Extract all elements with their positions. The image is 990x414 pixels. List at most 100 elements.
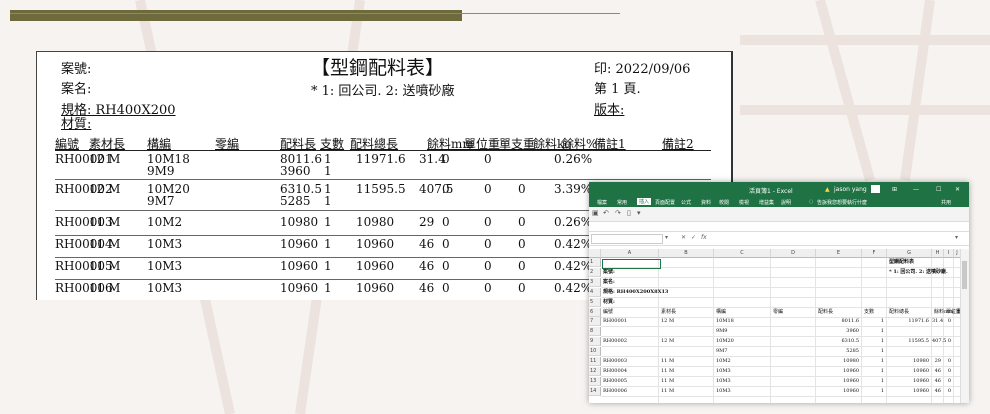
sheet-cell[interactable]: 零編 bbox=[773, 308, 783, 317]
sheet-cell[interactable]: RH00002 bbox=[603, 337, 627, 346]
row-number[interactable]: 9 bbox=[589, 337, 601, 347]
sheet-cell[interactable]: RH00001 bbox=[603, 317, 627, 326]
column-letter[interactable]: B bbox=[659, 249, 714, 258]
sheet-cell[interactable]: 支數 bbox=[864, 308, 874, 317]
row-number[interactable]: 6 bbox=[589, 307, 601, 317]
new-file-icon[interactable]: ▯ bbox=[627, 209, 631, 217]
column-letter[interactable]: H bbox=[932, 249, 944, 258]
sheet-cell[interactable]: 3960 bbox=[816, 327, 859, 336]
sheet-cell[interactable]: 46 bbox=[932, 377, 941, 386]
sheet-cell[interactable]: 29 bbox=[932, 357, 941, 366]
ribbon-tab[interactable]: 說明 bbox=[781, 199, 791, 206]
ribbon-tab[interactable]: 資料 bbox=[701, 199, 711, 206]
sheet-cell[interactable]: 5285 bbox=[816, 347, 859, 356]
row-number[interactable]: 11 bbox=[589, 357, 601, 366]
vertical-scrollbar[interactable] bbox=[960, 249, 969, 403]
sheet-cell[interactable]: 1 bbox=[862, 327, 884, 336]
close-button[interactable]: ✕ bbox=[955, 186, 960, 193]
ribbon-tab[interactable]: 檢視 bbox=[739, 199, 749, 206]
avatar[interactable] bbox=[871, 185, 880, 193]
row-number[interactable]: 1 bbox=[589, 258, 601, 267]
row-number[interactable]: 13 bbox=[589, 376, 601, 386]
sheet-cell[interactable]: RH00004 bbox=[603, 367, 627, 376]
ribbon-tab[interactable]: 檔案 bbox=[597, 199, 607, 206]
sheet-cell[interactable]: 0 bbox=[944, 317, 951, 326]
ribbon-tab[interactable]: 插入 bbox=[637, 198, 652, 205]
sheet-cell[interactable]: 10M3 bbox=[716, 367, 731, 376]
ribbon-tab[interactable]: 頁面配置 bbox=[655, 199, 675, 206]
sheet-cell[interactable]: 11 M bbox=[661, 357, 674, 366]
row-number[interactable]: 5 bbox=[589, 297, 601, 307]
sheet-cell[interactable]: 11 M bbox=[661, 367, 674, 376]
sheet-cell[interactable]: 10980 bbox=[887, 357, 929, 366]
row-number[interactable]: 4 bbox=[589, 287, 601, 297]
column-letter[interactable]: I bbox=[944, 249, 954, 258]
sheet-cell[interactable]: 10M18 bbox=[716, 317, 734, 326]
minimize-button[interactable]: — bbox=[913, 186, 919, 193]
sheet-cell[interactable]: 12 M bbox=[661, 337, 674, 346]
ribbon-tab[interactable]: 常用 bbox=[617, 199, 627, 206]
row-number[interactable]: 8 bbox=[589, 327, 601, 337]
sheet-cell[interactable]: 0 bbox=[944, 367, 951, 376]
select-all-corner[interactable] bbox=[589, 249, 601, 258]
sheet-cell[interactable]: 10M3 bbox=[716, 377, 731, 386]
sheet-cell[interactable]: 12 M bbox=[661, 317, 674, 326]
sheet-cell[interactable]: 10960 bbox=[816, 367, 859, 376]
sheet-cell[interactable]: 配料總長 bbox=[889, 308, 909, 317]
sheet-cell[interactable]: 編號 bbox=[603, 308, 613, 317]
expand-formula-icon[interactable]: ▾ bbox=[955, 234, 958, 241]
row-number[interactable]: 7 bbox=[589, 317, 601, 327]
selected-cell[interactable] bbox=[602, 259, 661, 269]
tell-me-search[interactable]: 告訴我您想要執行什麼 bbox=[817, 199, 867, 206]
column-letter[interactable]: E bbox=[816, 249, 862, 258]
sheet-cell[interactable]: 規格: RH400X200X8X13 bbox=[603, 288, 668, 297]
sheet-cell[interactable]: 10960 bbox=[816, 387, 859, 396]
sheet-cell[interactable]: 10M20 bbox=[716, 337, 734, 346]
sheet-cell[interactable]: 0 bbox=[944, 387, 951, 396]
sheet-cell[interactable]: 11 M bbox=[661, 387, 674, 396]
row-number[interactable]: 2 bbox=[589, 267, 601, 277]
sheet-cell[interactable]: 1 bbox=[862, 377, 884, 386]
sheet-cell[interactable]: 0 bbox=[944, 377, 951, 386]
cancel-icon[interactable]: ✕ bbox=[681, 234, 686, 241]
enter-icon[interactable]: ✓ bbox=[691, 234, 696, 241]
ribbon-tab[interactable]: 增益集 bbox=[759, 199, 774, 206]
sheet-cell[interactable]: 31.4 bbox=[932, 317, 943, 326]
column-letter[interactable]: G bbox=[887, 249, 932, 258]
sheet-cell[interactable]: 11 M bbox=[661, 377, 674, 386]
sheet-cell[interactable]: 10980 bbox=[816, 357, 859, 366]
sheet-cell[interactable]: 配料長 bbox=[818, 308, 833, 317]
namebox-dropdown-icon[interactable]: ▾ bbox=[665, 234, 668, 241]
sheet-cell[interactable]: 10960 bbox=[887, 367, 929, 376]
sheet-cell[interactable]: 1 bbox=[862, 387, 884, 396]
row-number[interactable]: 14 bbox=[589, 386, 601, 396]
sheet-cell[interactable]: 1 bbox=[862, 317, 884, 326]
sheet-cell[interactable]: 10M3 bbox=[716, 387, 731, 396]
sheet-cell[interactable]: 0 bbox=[944, 337, 951, 346]
name-box[interactable] bbox=[591, 234, 663, 244]
sheet-cell[interactable]: 素材長 bbox=[661, 308, 676, 317]
ribbon-display-icon[interactable]: ⊞ bbox=[892, 186, 897, 193]
sheet-cell[interactable]: 案號: bbox=[603, 268, 615, 277]
sheet-cell[interactable]: 407.5 bbox=[932, 337, 946, 346]
spreadsheet-grid[interactable]: A B C D E F G H I J 1 2 3 4 5 6 7 8 9 10 11 12 13 14 型鋼配料表 * 1: 回… bbox=[589, 249, 969, 403]
sheet-cell[interactable]: 案名: bbox=[603, 278, 615, 287]
ribbon-tab[interactable]: 校閱 bbox=[719, 199, 729, 206]
maximize-button[interactable]: ☐ bbox=[936, 186, 941, 193]
ribbon-tab[interactable]: 公式 bbox=[681, 199, 691, 206]
sheet-cell[interactable]: RH00005 bbox=[603, 377, 627, 386]
sheet-cell[interactable]: 11971.6 bbox=[887, 317, 929, 326]
sheet-cell[interactable]: 1 bbox=[862, 347, 884, 356]
sheet-cell[interactable]: 10960 bbox=[887, 387, 929, 396]
row-number[interactable]: 10 bbox=[589, 347, 601, 357]
sheet-cell[interactable]: 8011.6 bbox=[816, 317, 860, 326]
undo-icon[interactable]: ↶ bbox=[603, 209, 609, 217]
column-letter[interactable]: C bbox=[714, 249, 771, 258]
sheet-cell[interactable]: 1 bbox=[862, 337, 884, 346]
redo-icon[interactable]: ↷ bbox=[615, 209, 621, 217]
column-letter[interactable]: D bbox=[771, 249, 816, 258]
sheet-cell[interactable]: 46 bbox=[932, 387, 941, 396]
sheet-cell[interactable]: 6310.5 bbox=[816, 337, 860, 346]
sheet-cell[interactable]: 型鋼配料表 bbox=[889, 258, 914, 267]
sheet-cell[interactable]: 構編 bbox=[716, 308, 726, 317]
